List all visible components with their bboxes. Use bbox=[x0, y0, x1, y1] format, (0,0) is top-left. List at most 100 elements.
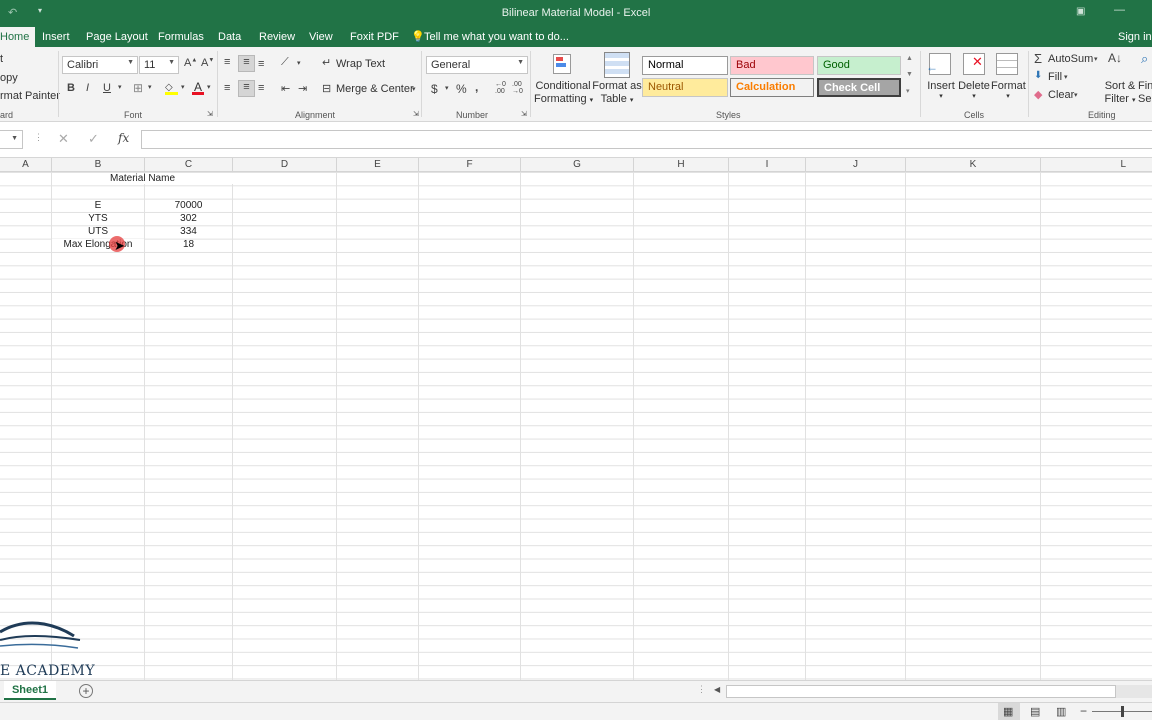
cut-button[interactable]: t bbox=[0, 53, 3, 65]
column-header-b[interactable]: B bbox=[52, 158, 145, 172]
styles-scroll-down-icon[interactable]: ▼ bbox=[906, 71, 913, 78]
tab-home[interactable]: Home bbox=[0, 27, 36, 47]
wrap-text-button[interactable]: Wrap Text bbox=[336, 58, 385, 70]
tab-review[interactable]: Review bbox=[259, 31, 295, 43]
insert-function-icon[interactable]: fx bbox=[118, 131, 129, 145]
increase-decimal-icon[interactable]: ←0.00 bbox=[495, 81, 506, 95]
column-header-h[interactable]: H bbox=[634, 158, 729, 172]
style-normal[interactable]: Normal bbox=[642, 56, 728, 75]
number-dialog-launcher-icon[interactable]: ⇲ bbox=[521, 110, 527, 118]
cell-b-label-e[interactable]: E bbox=[52, 200, 144, 211]
horizontal-scrollbar-track[interactable] bbox=[1116, 685, 1152, 698]
sign-in-link[interactable]: Sign in bbox=[1118, 31, 1152, 43]
cell-c-value-uts[interactable]: 334 bbox=[145, 226, 232, 237]
clear-button[interactable]: Clear bbox=[1048, 89, 1074, 101]
sheet-tab-sheet1[interactable]: Sheet1 bbox=[4, 681, 56, 700]
tab-foxit-pdf[interactable]: Foxit PDF bbox=[350, 31, 399, 43]
ribbon-display-icon[interactable]: ▣ bbox=[1076, 6, 1085, 17]
column-header-j[interactable]: J bbox=[806, 158, 906, 172]
underline-dropdown-icon[interactable]: ▾ bbox=[118, 83, 122, 91]
style-calculation[interactable]: Calculation bbox=[730, 78, 814, 97]
font-name-select[interactable]: Calibri ▼ bbox=[62, 56, 138, 74]
style-bad[interactable]: Bad bbox=[730, 56, 814, 75]
decrease-font-icon[interactable]: A▼ bbox=[201, 57, 214, 69]
format-as-table-button[interactable]: Format as Table ▾ bbox=[591, 80, 643, 107]
fill-color-icon[interactable]: ◇ bbox=[165, 82, 178, 95]
worksheet-grid[interactable]: Material Name E 70000 YTS 302 UTS 334 Ma… bbox=[0, 172, 1152, 680]
currency-button[interactable]: $ bbox=[431, 82, 438, 96]
horizontal-scrollbar-thumb[interactable] bbox=[726, 685, 1116, 698]
fill-color-dropdown-icon[interactable]: ▾ bbox=[181, 83, 185, 91]
decrease-indent-icon[interactable]: ⇤ bbox=[281, 82, 290, 95]
column-header-k[interactable]: K bbox=[906, 158, 1041, 172]
comma-button[interactable]: , bbox=[475, 80, 478, 94]
cancel-icon[interactable]: ✕ bbox=[58, 131, 69, 147]
orientation-icon[interactable]: ⟋ bbox=[281, 56, 289, 69]
orientation-dropdown-icon[interactable]: ▾ bbox=[297, 59, 301, 67]
delete-cells-button[interactable]: Delete ▾ bbox=[957, 80, 991, 100]
borders-dropdown-icon[interactable]: ▾ bbox=[148, 83, 152, 91]
autosum-dropdown-icon[interactable]: ▾ bbox=[1094, 55, 1098, 63]
increase-font-icon[interactable]: A▲ bbox=[184, 57, 197, 69]
column-header-a[interactable]: A bbox=[0, 158, 52, 172]
column-header-l[interactable]: L bbox=[1041, 158, 1152, 172]
tab-insert[interactable]: Insert bbox=[42, 31, 70, 43]
insert-cells-button[interactable]: Insert ▾ bbox=[926, 80, 956, 100]
tab-data[interactable]: Data bbox=[218, 31, 241, 43]
tell-me-box[interactable]: Tell me what you want to do... bbox=[424, 31, 569, 43]
conditional-formatting-button[interactable]: Conditional Formatting ▾ bbox=[534, 80, 593, 107]
autosum-button[interactable]: AutoSum bbox=[1048, 53, 1093, 65]
merge-dropdown-icon[interactable]: ▾ bbox=[412, 85, 416, 93]
middle-align-icon[interactable]: ≡ bbox=[238, 55, 255, 72]
borders-icon[interactable]: ⊞ bbox=[133, 81, 143, 95]
enter-icon[interactable]: ✓ bbox=[88, 131, 99, 147]
tab-view[interactable]: View bbox=[309, 31, 333, 43]
zoom-out-icon[interactable]: − bbox=[1080, 704, 1087, 718]
cell-c-value-yts[interactable]: 302 bbox=[145, 213, 232, 224]
font-color-icon[interactable]: A bbox=[192, 80, 204, 95]
currency-dropdown-icon[interactable]: ▾ bbox=[445, 84, 449, 92]
align-left-icon[interactable]: ≡ bbox=[224, 82, 230, 94]
merge-center-button[interactable]: Merge & Center bbox=[336, 83, 414, 95]
font-color-dropdown-icon[interactable]: ▾ bbox=[207, 83, 211, 91]
underline-button[interactable]: U bbox=[103, 82, 111, 94]
decrease-decimal-icon[interactable]: .00 →0 bbox=[512, 81, 523, 95]
find-select-button[interactable]: Fin Sele bbox=[1138, 80, 1152, 106]
cell-material-name-header[interactable]: Material Name bbox=[52, 173, 233, 184]
column-header-c[interactable]: C bbox=[145, 158, 233, 172]
percent-button[interactable]: % bbox=[456, 82, 467, 96]
number-format-select[interactable]: General ▼ bbox=[426, 56, 528, 74]
style-neutral[interactable]: Neutral bbox=[642, 78, 728, 97]
font-dialog-launcher-icon[interactable]: ⇲ bbox=[207, 110, 213, 118]
add-sheet-icon[interactable]: + bbox=[79, 684, 93, 698]
tab-splitter-icon[interactable]: ⋮ bbox=[697, 684, 706, 695]
cell-c-value-max-elongation[interactable]: 18 bbox=[145, 239, 232, 250]
page-break-view-icon[interactable]: ▥ bbox=[1056, 705, 1066, 718]
column-header-d[interactable]: D bbox=[233, 158, 337, 172]
bold-button[interactable]: B bbox=[67, 82, 75, 94]
alignment-dialog-launcher-icon[interactable]: ⇲ bbox=[413, 110, 419, 118]
style-good[interactable]: Good bbox=[817, 56, 901, 75]
column-header-f[interactable]: F bbox=[419, 158, 521, 172]
sort-filter-button[interactable]: Sort & Filter ▾ bbox=[1100, 80, 1140, 107]
top-align-icon[interactable]: ≡ bbox=[224, 56, 230, 68]
formula-input[interactable] bbox=[141, 130, 1152, 149]
italic-button[interactable]: I bbox=[86, 82, 89, 94]
tab-page-layout[interactable]: Page Layout bbox=[86, 31, 148, 43]
scroll-left-icon[interactable]: ◀ bbox=[714, 685, 720, 694]
styles-scroll-up-icon[interactable]: ▲ bbox=[906, 55, 913, 62]
increase-indent-icon[interactable]: ⇥ bbox=[298, 82, 307, 95]
clear-dropdown-icon[interactable]: ▾ bbox=[1074, 91, 1078, 99]
fill-dropdown-icon[interactable]: ▾ bbox=[1064, 73, 1068, 81]
name-box[interactable]: ▼ bbox=[0, 130, 23, 149]
minimize-icon[interactable]: — bbox=[1114, 4, 1125, 16]
tab-formulas[interactable]: Formulas bbox=[158, 31, 204, 43]
column-header-g[interactable]: G bbox=[521, 158, 634, 172]
style-check-cell[interactable]: Check Cell bbox=[817, 78, 901, 97]
cell-c-value-e[interactable]: 70000 bbox=[145, 200, 232, 211]
bottom-align-icon[interactable]: ≡ bbox=[258, 58, 264, 70]
format-cells-button[interactable]: Format ▾ bbox=[991, 80, 1026, 100]
cell-b-label-yts[interactable]: YTS bbox=[52, 213, 144, 224]
cell-b-label-uts[interactable]: UTS bbox=[52, 226, 144, 237]
column-header-e[interactable]: E bbox=[337, 158, 419, 172]
